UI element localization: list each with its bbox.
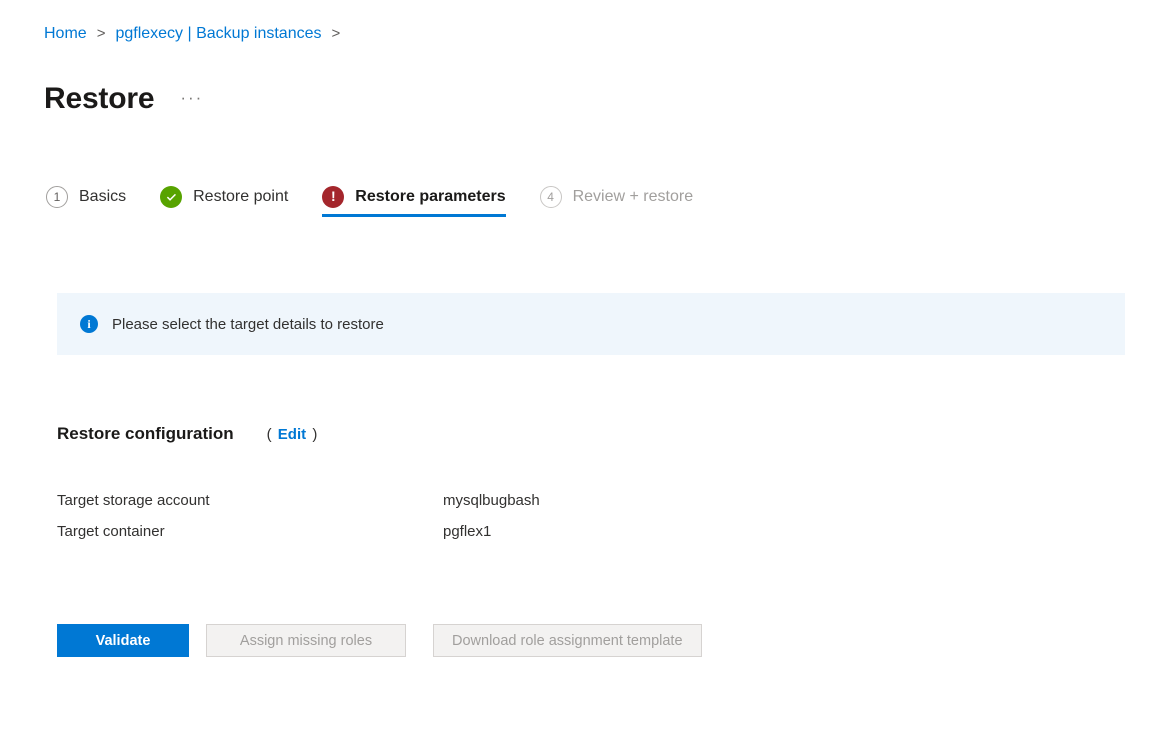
detail-value: pgflex1 bbox=[443, 523, 492, 540]
check-circle-icon bbox=[160, 186, 183, 208]
edit-link[interactable]: Edit bbox=[278, 426, 306, 443]
breadcrumb: Home > pgflexecy | Backup instances > bbox=[44, 24, 350, 44]
wizard-tab-list: 1 Basics Restore point ! Restore paramet… bbox=[46, 186, 727, 217]
breadcrumb-item-backup-instances[interactable]: pgflexecy | Backup instances bbox=[115, 24, 321, 44]
tab-restore-parameters[interactable]: ! Restore parameters bbox=[322, 186, 506, 217]
validate-button[interactable]: Validate bbox=[57, 624, 189, 657]
detail-label: Target storage account bbox=[57, 492, 210, 509]
assign-missing-roles-button[interactable]: Assign missing roles bbox=[206, 624, 406, 657]
breadcrumb-separator-icon: > bbox=[331, 25, 341, 42]
page-header: Restore ··· bbox=[44, 62, 203, 136]
tab-review-restore[interactable]: 4 Review + restore bbox=[539, 186, 694, 217]
detail-row: Target storage account mysqlbugbash bbox=[57, 492, 757, 509]
edit-paren-open: ( bbox=[266, 426, 272, 443]
page-title: Restore bbox=[44, 82, 155, 116]
tab-basics[interactable]: 1 Basics bbox=[46, 186, 126, 217]
restore-configuration-details: Target storage account mysqlbugbash Targ… bbox=[57, 492, 757, 554]
detail-label: Target container bbox=[57, 523, 165, 540]
info-banner-message: Please select the target details to rest… bbox=[112, 315, 384, 333]
step-number-badge-icon: 1 bbox=[46, 186, 68, 208]
tab-label: Restore point bbox=[193, 188, 289, 205]
exclamation-glyph: ! bbox=[330, 188, 336, 204]
detail-value: mysqlbugbash bbox=[443, 492, 540, 509]
section-title: Restore configuration bbox=[57, 424, 234, 443]
error-circle-icon: ! bbox=[322, 186, 345, 208]
action-button-row: Validate Assign missing roles Download r… bbox=[57, 624, 702, 657]
step-number-badge-icon: 4 bbox=[539, 186, 562, 208]
tab-label: Restore parameters bbox=[355, 188, 506, 205]
restore-configuration-header: Restore configuration ( Edit ) bbox=[57, 424, 317, 444]
tab-label: Basics bbox=[79, 188, 127, 205]
tab-label: Review + restore bbox=[572, 188, 694, 205]
edit-control: ( Edit ) bbox=[267, 426, 318, 443]
info-icon: i bbox=[80, 315, 98, 333]
download-role-assignment-template-button[interactable]: Download role assignment template bbox=[433, 624, 702, 657]
detail-row: Target container pgflex1 bbox=[57, 523, 757, 540]
tab-restore-point[interactable]: Restore point bbox=[160, 186, 288, 217]
info-banner: i Please select the target details to re… bbox=[57, 293, 1125, 355]
breadcrumb-item-home[interactable]: Home bbox=[44, 24, 87, 44]
edit-paren-close: ) bbox=[312, 426, 318, 443]
breadcrumb-separator-icon: > bbox=[96, 25, 106, 42]
more-options-icon[interactable]: ··· bbox=[180, 88, 203, 108]
